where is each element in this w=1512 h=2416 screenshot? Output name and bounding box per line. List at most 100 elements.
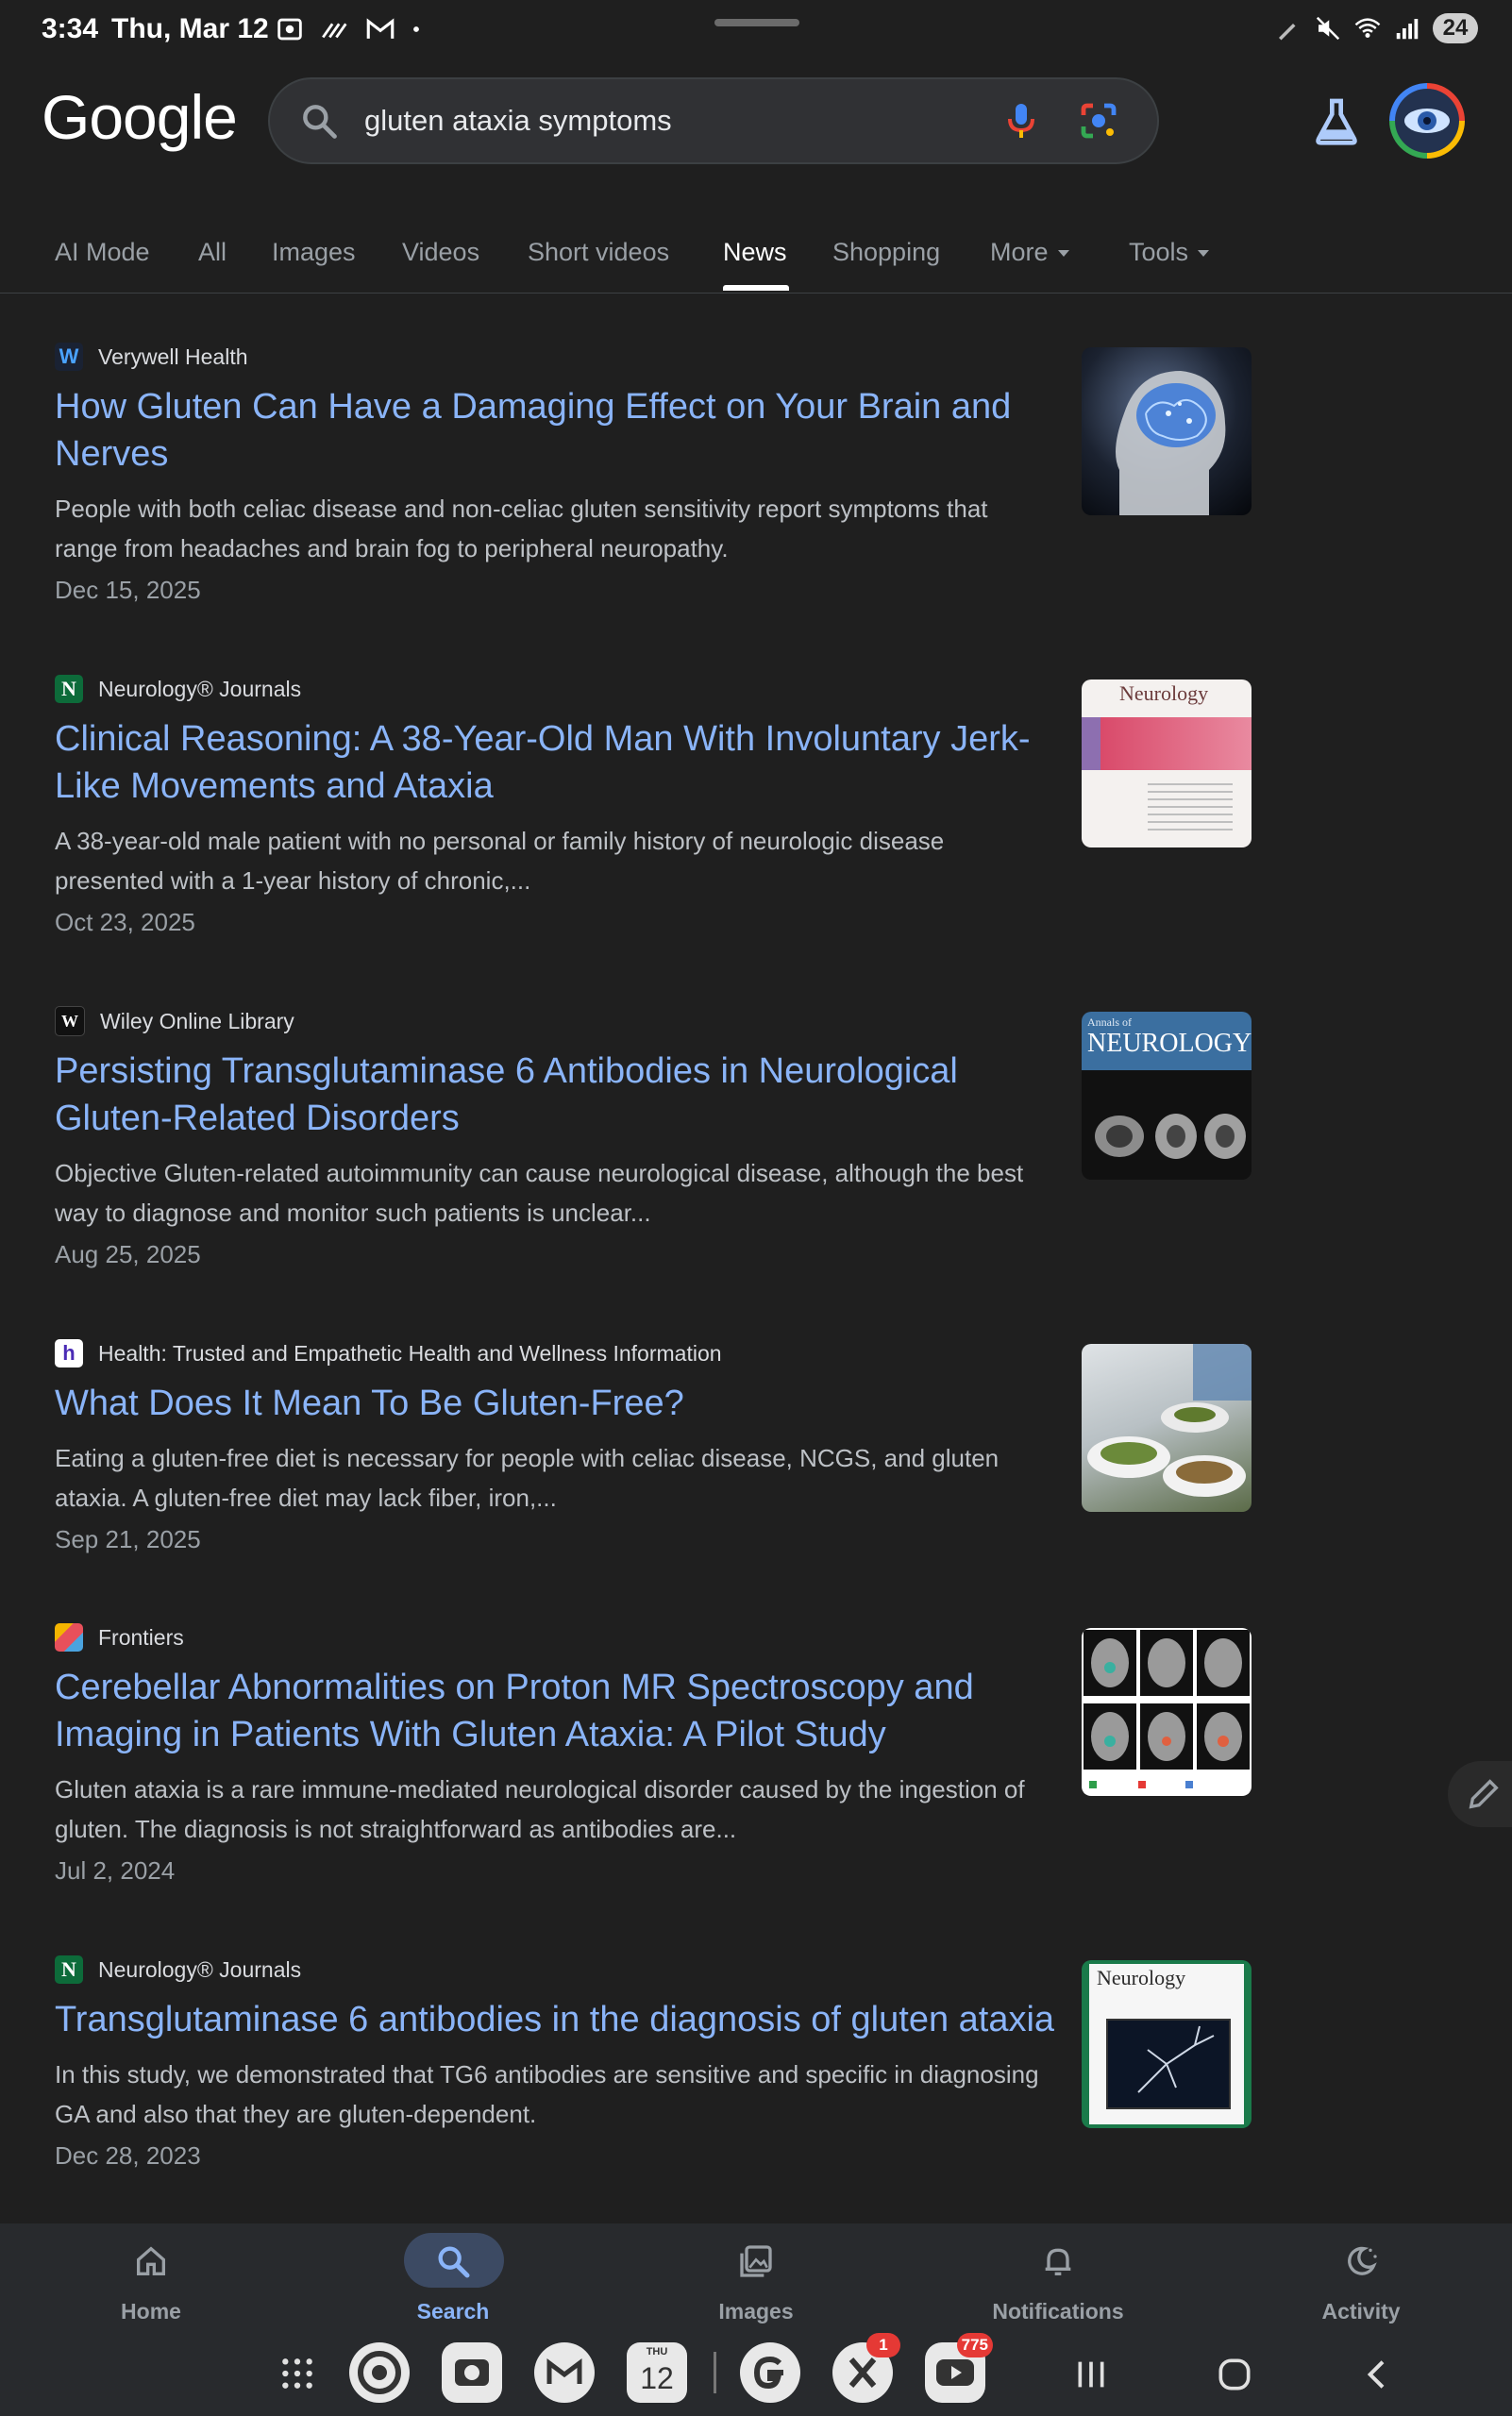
google-app-icon[interactable]: [740, 2342, 800, 2403]
result-thumbnail[interactable]: Neurology: [1082, 1960, 1252, 2128]
recent-apps-icon[interactable]: [1072, 2356, 1110, 2393]
result-source: N Neurology® Journals: [55, 1953, 1253, 1987]
tab-tools-label: Tools: [1129, 238, 1189, 266]
mic-icon[interactable]: [999, 98, 1044, 143]
nav-home[interactable]: Home: [0, 2223, 302, 2331]
news-result[interactable]: N Neurology® Journals Transglutaminase 6…: [55, 1953, 1253, 2171]
camera-app-icon[interactable]: [442, 2342, 502, 2403]
result-date: Jul 2, 2024: [55, 1856, 176, 1885]
frontiers-favicon: [55, 1623, 83, 1652]
cover-text-lines: [1148, 783, 1233, 830]
tab-tools[interactable]: Tools: [1129, 238, 1210, 267]
drag-handle[interactable]: [714, 19, 799, 26]
tab-short-videos[interactable]: Short videos: [528, 238, 669, 267]
result-title-link[interactable]: Clinical Reasoning: A 38-Year-Old Man Wi…: [55, 715, 1055, 810]
labs-flask-icon[interactable]: [1310, 94, 1363, 147]
result-thumbnail[interactable]: [1082, 1628, 1252, 1796]
tab-more[interactable]: More: [990, 238, 1069, 267]
result-title-link[interactable]: Transglutaminase 6 antibodies in the dia…: [55, 1996, 1055, 2043]
nav-notifications[interactable]: Notifications: [907, 2223, 1209, 2331]
nav-search-label: Search: [416, 2299, 490, 2324]
dock-divider: [714, 2352, 716, 2393]
mri-scans-grid: [1084, 1630, 1250, 1794]
app-drawer-icon[interactable]: [279, 2356, 315, 2391]
signal-icon: [1396, 19, 1419, 40]
google-lens-icon[interactable]: [1076, 98, 1121, 143]
result-source: W Wiley Online Library: [55, 1004, 1253, 1038]
eye-icon: [1404, 109, 1450, 133]
news-result[interactable]: Frontiers Cerebellar Abnormalities on Pr…: [55, 1620, 1253, 1886]
source-name: Neurology® Journals: [98, 676, 302, 701]
health-favicon: h: [55, 1339, 83, 1367]
result-date: Dec 28, 2023: [55, 2141, 201, 2170]
chrome-app-icon[interactable]: [349, 2342, 410, 2403]
result-snippet: A 38-year-old male patient with no perso…: [55, 827, 945, 895]
notification-icons: [274, 13, 423, 45]
status-bar: 3:34 Thu, Mar 12 24: [0, 0, 1512, 66]
images-icon: [740, 2245, 772, 2277]
food-plates-photo: [1087, 1344, 1252, 1497]
neurology-favicon: N: [55, 675, 83, 703]
result-snippet: Gluten ataxia is a rare immune-mediated …: [55, 1775, 1025, 1843]
tab-shopping[interactable]: Shopping: [832, 238, 940, 267]
news-result[interactable]: N Neurology® Journals Clinical Reasoning…: [55, 672, 1253, 937]
tab-all[interactable]: All: [198, 238, 227, 267]
nav-images-label: Images: [718, 2299, 794, 2324]
tab-images[interactable]: Images: [272, 238, 356, 267]
calendar-day: THU: [646, 2346, 668, 2357]
wiley-favicon: W: [55, 1006, 85, 1036]
result-title-link[interactable]: How Gluten Can Have a Damaging Effect on…: [55, 383, 1055, 478]
result-thumbnail[interactable]: Neurology: [1082, 680, 1252, 847]
gmail-app-icon[interactable]: [534, 2342, 595, 2403]
source-name: Neurology® Journals: [98, 1956, 302, 1982]
nav-activity[interactable]: Activity: [1210, 2223, 1512, 2331]
result-thumbnail[interactable]: Annals of NEUROLOGY: [1082, 1012, 1252, 1180]
result-source: W Verywell Health: [55, 340, 1253, 374]
home-button-icon[interactable]: [1214, 2354, 1255, 2395]
result-title-link[interactable]: Cerebellar Abnormalities on Proton MR Sp…: [55, 1664, 1055, 1758]
notification-badge: 1: [866, 2333, 900, 2357]
verywell-favicon: W: [55, 343, 83, 371]
news-results: W Verywell Health How Gluten Can Have a …: [0, 340, 1512, 2223]
tab-videos[interactable]: Videos: [402, 238, 479, 267]
result-title-link[interactable]: Persisting Transglutaminase 6 Antibodies…: [55, 1048, 1055, 1142]
result-thumbnail[interactable]: [1082, 347, 1252, 515]
result-source: Frontiers: [55, 1620, 1253, 1654]
cover-band: [1082, 717, 1252, 770]
nav-activity-label: Activity: [1321, 2299, 1401, 2324]
avatar[interactable]: [1389, 83, 1465, 159]
youtube-app-icon[interactable]: 775: [925, 2333, 993, 2403]
google-logo[interactable]: Google: [42, 81, 238, 153]
search-bar[interactable]: gluten ataxia symptoms: [268, 77, 1159, 164]
news-result[interactable]: W Verywell Health How Gluten Can Have a …: [55, 340, 1253, 605]
gmail-icon: [366, 18, 395, 39]
result-snippet: People with both celiac disease and non-…: [55, 495, 988, 562]
nav-search[interactable]: Search: [302, 2223, 604, 2331]
calendar-app-icon[interactable]: THU 12: [627, 2342, 687, 2403]
result-snippet: Eating a gluten-free diet is necessary f…: [55, 1444, 1000, 1512]
nav-images[interactable]: Images: [605, 2223, 907, 2331]
status-time: 3:34: [42, 13, 99, 44]
search-input[interactable]: gluten ataxia symptoms: [364, 104, 672, 138]
x-app-icon[interactable]: 1: [832, 2333, 900, 2403]
avatar-image: [1395, 89, 1459, 153]
result-source: h Health: Trusted and Empathetic Health …: [55, 1336, 1253, 1370]
source-name: Verywell Health: [98, 344, 248, 369]
result-thumbnail[interactable]: [1082, 1344, 1252, 1512]
active-tab-indicator: [723, 285, 789, 291]
bottom-navigation: Home Search Images Notifications Activit…: [0, 2223, 1512, 2331]
edit-button[interactable]: [1448, 1761, 1512, 1827]
wifi-icon: [1354, 18, 1381, 38]
tab-news[interactable]: News: [723, 238, 787, 267]
brain-scans-image: [1095, 1114, 1246, 1159]
tab-ai-mode[interactable]: AI Mode: [55, 238, 150, 267]
wifi-off-icon: [322, 23, 347, 39]
news-result[interactable]: W Wiley Online Library Persisting Transg…: [55, 1004, 1253, 1269]
neurology-journal-cover: Neurology: [1082, 680, 1252, 847]
annals-of-neurology-cover: Annals of NEUROLOGY: [1082, 1012, 1252, 1180]
back-icon[interactable]: [1359, 2356, 1397, 2393]
activity-icon: [1348, 2246, 1377, 2275]
search-tabs: AI Mode All Images Videos Short videos N…: [0, 226, 1512, 294]
news-result[interactable]: h Health: Trusted and Empathetic Health …: [55, 1336, 1253, 1554]
result-title-link[interactable]: What Does It Mean To Be Gluten-Free?: [55, 1380, 1055, 1427]
